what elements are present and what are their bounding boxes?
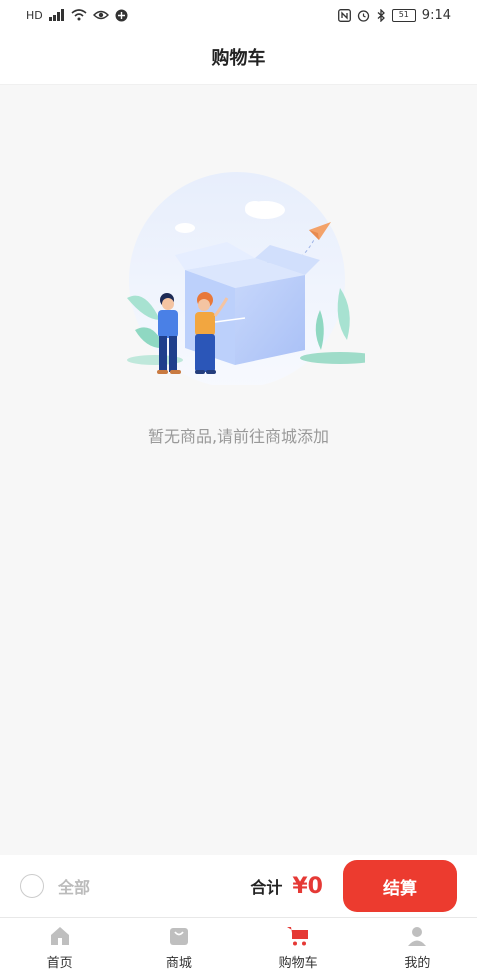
status-right: 51 9:14 <box>337 7 451 23</box>
empty-cart-message: 暂无商品,请前往商城添加 <box>147 427 330 446</box>
status-time: 9:14 <box>421 7 451 23</box>
select-all-radio[interactable] <box>20 874 44 898</box>
checkout-button[interactable]: 结算 <box>343 860 457 912</box>
tab-cart[interactable]: 购物车 <box>239 918 358 977</box>
wifi-icon <box>71 9 87 21</box>
tab-label-profile: 我的 <box>404 956 431 971</box>
tab-label-mall: 商城 <box>165 956 192 971</box>
page-title: 购物车 <box>211 48 266 69</box>
total-value: ¥0 <box>292 873 323 899</box>
status-left: HD <box>26 9 128 22</box>
tab-label-cart: 购物车 <box>278 956 318 971</box>
nfc-icon <box>337 8 351 22</box>
status-bar: HD 51 9:14 <box>0 0 477 30</box>
alarm-icon <box>357 9 369 22</box>
tab-bar: 首页 商城 购物车 我的 <box>0 917 477 977</box>
home-icon <box>48 924 72 948</box>
checkout-bar: 全部 合计 ¥0 结算 <box>0 855 477 917</box>
bluetooth-icon <box>377 8 385 22</box>
battery-icon: 51 <box>391 8 416 22</box>
header: 购物车 <box>0 30 477 85</box>
cart-icon <box>286 924 310 948</box>
checkout-button-label: 结算 <box>383 878 417 899</box>
signal-icon <box>48 9 64 21</box>
hd-icon: HD <box>26 8 43 22</box>
app-icon <box>115 9 128 21</box>
shopping-bag-icon <box>167 924 191 948</box>
eye-icon <box>92 10 109 20</box>
profile-icon <box>405 924 429 948</box>
tab-home[interactable]: 首页 <box>0 918 119 977</box>
total-label: 合计 <box>250 878 283 897</box>
empty-cart-illustration <box>127 172 365 385</box>
select-all-label[interactable]: 全部 <box>58 874 90 898</box>
tab-mall[interactable]: 商城 <box>119 918 238 977</box>
tab-profile[interactable]: 我的 <box>358 918 477 977</box>
tab-label-home: 首页 <box>46 956 73 971</box>
